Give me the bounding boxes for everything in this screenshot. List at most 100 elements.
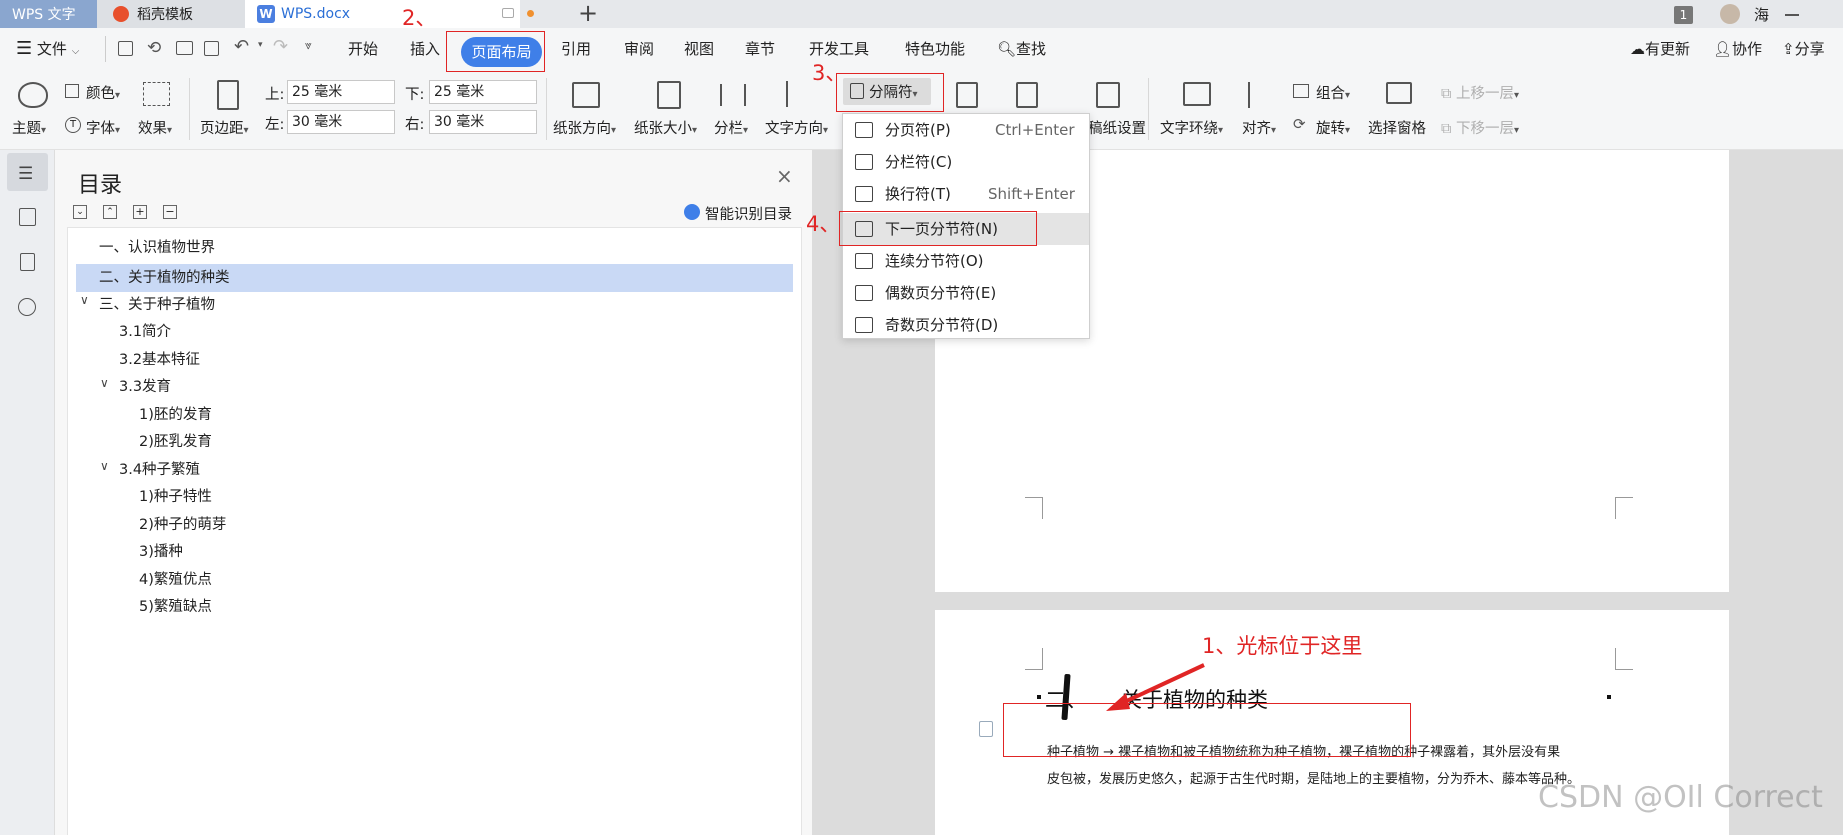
print-icon[interactable] [176,41,193,55]
tab-features[interactable]: 特色功能 [905,28,965,70]
align-icon[interactable] [1248,82,1270,108]
selection-pane-button[interactable]: 选择窗格 [1368,117,1426,138]
tab-view[interactable]: 视图 [684,28,714,70]
continuous-section-label: 连续分节符(O) [885,252,984,270]
page-break-item[interactable]: 分页符(P) Ctrl+Enter [843,114,1089,146]
left-margin-input[interactable]: 30 毫米 [287,110,395,134]
tab-document[interactable]: W WPS.docx [245,0,534,28]
avatar[interactable] [1720,4,1740,24]
group-button[interactable]: 组合▾ [1316,82,1350,103]
redo-icon[interactable]: ↷ [273,36,288,57]
expand-down-icon[interactable]: ⌄ [73,205,87,219]
text-wrap-icon[interactable] [1183,82,1211,106]
close-icon[interactable]: × [776,164,793,188]
find-replace-icon[interactable] [18,298,36,316]
toc-item[interactable]: 3.2基本特征 [119,347,200,374]
theme-button[interactable]: 主题▾ [12,117,46,138]
columns-icon[interactable] [720,84,746,106]
text-direction-label: 文字方向 [765,121,823,137]
paper-size-icon[interactable] [657,81,681,109]
save-icon[interactable] [118,41,133,56]
toc-item[interactable]: 3)播种 [139,539,183,566]
chevron-down-icon: ▾ [1513,90,1519,101]
toc-item[interactable]: 一、认识植物世界 [99,235,215,262]
align-button[interactable]: 对齐▾ [1242,117,1276,138]
bookmark-icon[interactable] [20,253,35,271]
toc-item[interactable]: 2)种子的萌芽 [139,512,226,539]
color-button[interactable]: 颜色▾ [86,82,120,103]
toc-item[interactable]: 3.4种子繁殖 [119,457,200,484]
undo-icon[interactable]: ↶ [234,36,249,57]
margins-icon[interactable] [217,80,239,110]
send-backward-button[interactable]: ⧉ 下移一层▾ [1441,117,1519,138]
collapse-up-icon[interactable]: ⌃ [103,205,117,219]
new-tab-button[interactable]: + [578,0,598,27]
chevron-down-icon[interactable]: ∨ [100,459,109,473]
bottom-margin-input[interactable]: 25 毫米 [429,80,537,104]
odd-page-section-break-item[interactable]: 奇数页分节符(D) [843,309,1089,341]
tab-wps-writer[interactable]: WPS 文字 [0,0,97,28]
print-preview-icon[interactable] [204,41,219,56]
grid-paper-icon[interactable] [1096,82,1120,108]
text-direction-icon[interactable] [786,81,814,107]
remove-icon[interactable]: − [163,205,177,219]
toc-item[interactable]: 4)繁殖优点 [139,567,212,594]
toc-item-selected[interactable]: 二、关于植物的种类 [99,265,230,292]
orientation-button[interactable]: 纸张方向▾ [553,117,616,138]
page-background-icon[interactable] [1016,82,1038,108]
text-wrapping-break-item[interactable]: 换行符(T) Shift+Enter [843,178,1089,210]
minimize-icon[interactable] [1785,14,1799,16]
chevron-down-icon[interactable]: ∨ [80,293,89,307]
add-icon[interactable]: + [133,205,147,219]
tab-references[interactable]: 引用 [561,28,591,70]
toc-item[interactable]: 2)胚乳发育 [139,429,212,456]
font-button[interactable]: 字体▾ [86,117,120,138]
effects-button[interactable]: 效果▾ [138,117,172,138]
format-painter-icon[interactable]: ⟲ [147,38,161,58]
undo-dropdown-icon[interactable]: ▾ [258,40,263,50]
tab-chapter[interactable]: 章节 [745,28,775,70]
file-menu[interactable]: ☰ 文件 ⌵ [16,28,79,70]
columns-button[interactable]: 分栏▾ [714,117,748,138]
column-break-item[interactable]: 分栏符(C) [843,146,1089,178]
even-page-section-break-item[interactable]: 偶数页分节符(E) [843,277,1089,309]
page-border-icon[interactable] [956,82,978,108]
paper-setup-button[interactable]: 稿纸设置 [1088,117,1146,138]
toc-item[interactable]: 三、关于种子植物 [99,292,215,319]
top-margin-input[interactable]: 25 毫米 [287,80,395,104]
tab-insert[interactable]: 插入 [410,28,440,70]
paper-size-button[interactable]: 纸张大小▾ [634,117,697,138]
quick-access-more-icon[interactable]: ⩔ [305,38,312,53]
document-icon[interactable] [19,208,36,226]
selection-pane-icon[interactable] [1386,82,1412,104]
rotate-button[interactable]: 旋转▾ [1316,117,1350,138]
right-margin-input[interactable]: 30 毫米 [429,110,537,134]
text-wrap-button[interactable]: 文字环绕▾ [1160,117,1223,138]
share-button[interactable]: ⇪分享 [1782,28,1825,70]
page-count-badge[interactable]: 1 [1674,6,1693,24]
effects-icon[interactable] [143,82,170,106]
monitor-icon[interactable] [502,8,514,18]
bring-forward-button[interactable]: ⧉ 上移一层▾ [1441,82,1519,103]
toc-item[interactable]: 1)种子特性 [139,484,212,511]
toc-item[interactable]: 1)胚的发育 [139,402,212,429]
text-direction-button[interactable]: 文字方向▾ [765,117,828,138]
smart-toc-button[interactable]: 智能识别目录 [705,203,792,224]
body-text-line[interactable]: 皮包被，发展历史悠久，起源于古生代时期，是陆地上的主要植物，分为乔木、藤本等品种… [1047,768,1580,787]
chevron-down-icon[interactable]: ∨ [100,376,109,390]
orientation-icon[interactable] [572,82,600,108]
toc-item[interactable]: 3.3发育 [119,374,171,401]
update-button[interactable]: ☁有更新 [1630,28,1690,70]
tab-template[interactable]: 稻壳模板 [97,0,245,28]
toc-item[interactable]: 3.1简介 [119,319,171,346]
paragraph-handle-icon[interactable] [979,721,993,737]
paragraph-mark [1037,695,1041,699]
toc-item[interactable]: 5)繁殖缺点 [139,594,212,621]
margins-button[interactable]: 页边距▾ [200,117,249,138]
collab-button[interactable]: 👤︎协作 [1713,28,1762,70]
continuous-section-break-item[interactable]: 连续分节符(O) [843,245,1089,277]
tab-home[interactable]: 开始 [348,28,378,70]
search-menu[interactable]: 🔍︎查找 [997,28,1046,70]
palette-icon[interactable] [18,82,48,108]
tab-review[interactable]: 审阅 [624,28,654,70]
